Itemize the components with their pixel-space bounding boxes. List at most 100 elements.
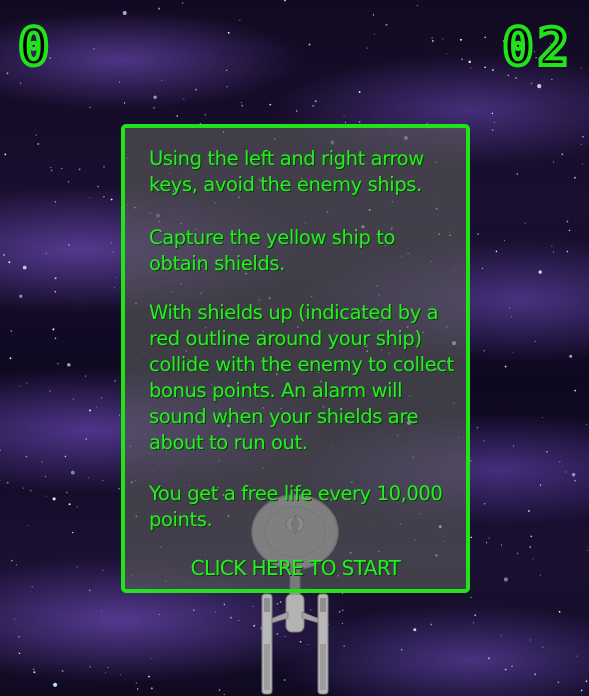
star bbox=[574, 389, 577, 392]
star bbox=[103, 196, 105, 198]
star bbox=[516, 173, 519, 175]
star bbox=[511, 316, 513, 318]
star bbox=[10, 330, 12, 332]
star bbox=[50, 166, 52, 169]
star bbox=[25, 455, 28, 458]
star bbox=[223, 693, 225, 695]
star bbox=[9, 357, 12, 360]
star bbox=[413, 628, 417, 632]
star bbox=[552, 251, 554, 253]
star bbox=[35, 134, 37, 136]
star bbox=[103, 166, 105, 168]
star bbox=[400, 648, 403, 651]
star bbox=[500, 544, 502, 546]
star bbox=[0, 449, 1, 451]
star bbox=[227, 31, 230, 34]
star bbox=[18, 636, 20, 638]
star bbox=[61, 168, 63, 170]
star bbox=[312, 104, 315, 107]
star bbox=[530, 639, 532, 641]
star bbox=[487, 657, 490, 660]
star bbox=[44, 476, 46, 478]
star bbox=[241, 104, 244, 107]
star bbox=[114, 287, 116, 289]
star bbox=[461, 58, 463, 61]
star bbox=[484, 66, 486, 69]
star bbox=[72, 531, 74, 534]
star bbox=[470, 460, 472, 462]
star bbox=[503, 577, 509, 582]
star bbox=[468, 60, 471, 64]
star bbox=[118, 487, 120, 490]
star bbox=[442, 38, 444, 40]
star bbox=[581, 163, 583, 165]
star bbox=[470, 596, 472, 599]
star bbox=[240, 102, 243, 104]
star bbox=[430, 623, 433, 626]
star bbox=[87, 477, 89, 479]
instruction-shields: Capture the yellow ship to obtain shield… bbox=[149, 226, 396, 275]
star bbox=[483, 440, 485, 442]
star bbox=[269, 103, 272, 106]
star bbox=[511, 665, 513, 668]
star bbox=[431, 37, 433, 39]
star bbox=[97, 185, 99, 188]
star bbox=[561, 153, 564, 155]
star bbox=[493, 121, 496, 123]
star bbox=[341, 593, 343, 595]
instruction-free-life: You get a free life every 10,000 points. bbox=[149, 482, 443, 531]
star bbox=[22, 265, 27, 270]
star bbox=[158, 7, 161, 10]
star bbox=[161, 80, 163, 81]
star bbox=[158, 614, 160, 616]
star bbox=[76, 566, 78, 568]
star bbox=[33, 668, 35, 670]
star bbox=[534, 340, 536, 342]
star bbox=[204, 113, 207, 116]
star bbox=[26, 382, 28, 384]
star bbox=[150, 687, 153, 690]
star bbox=[358, 121, 361, 123]
star bbox=[482, 267, 484, 269]
star bbox=[52, 328, 55, 331]
star bbox=[446, 53, 447, 55]
star bbox=[8, 261, 11, 264]
star bbox=[504, 668, 507, 671]
star bbox=[530, 82, 533, 85]
start-button[interactable]: CLICK HERE TO START bbox=[125, 555, 466, 581]
star bbox=[20, 385, 22, 387]
star bbox=[214, 611, 217, 613]
star bbox=[566, 220, 569, 223]
star bbox=[176, 115, 178, 117]
star bbox=[4, 153, 7, 156]
star bbox=[495, 250, 498, 253]
star bbox=[477, 233, 479, 235]
star bbox=[385, 23, 388, 26]
star bbox=[483, 350, 485, 352]
star bbox=[534, 673, 537, 676]
instructions-panel: Using the left and right arrow keys, avo… bbox=[121, 124, 470, 593]
star bbox=[472, 622, 475, 624]
star bbox=[491, 69, 494, 71]
star bbox=[539, 574, 541, 576]
star bbox=[14, 618, 16, 620]
star bbox=[100, 397, 102, 399]
star bbox=[85, 375, 87, 377]
star bbox=[342, 609, 344, 611]
star bbox=[67, 181, 70, 183]
star bbox=[529, 546, 532, 548]
star bbox=[343, 116, 345, 118]
star bbox=[541, 417, 543, 418]
star bbox=[470, 536, 472, 539]
star bbox=[19, 294, 23, 298]
star bbox=[89, 589, 91, 592]
star bbox=[49, 390, 51, 392]
star bbox=[230, 616, 232, 619]
star bbox=[537, 84, 542, 89]
star bbox=[41, 461, 43, 463]
star bbox=[101, 610, 103, 612]
instruction-controls: Using the left and right arrow keys, avo… bbox=[149, 147, 424, 196]
game-canvas[interactable]: 0 02 Using the left and right arrow keys… bbox=[0, 0, 589, 696]
star bbox=[284, 0, 286, 2]
star bbox=[586, 424, 588, 426]
